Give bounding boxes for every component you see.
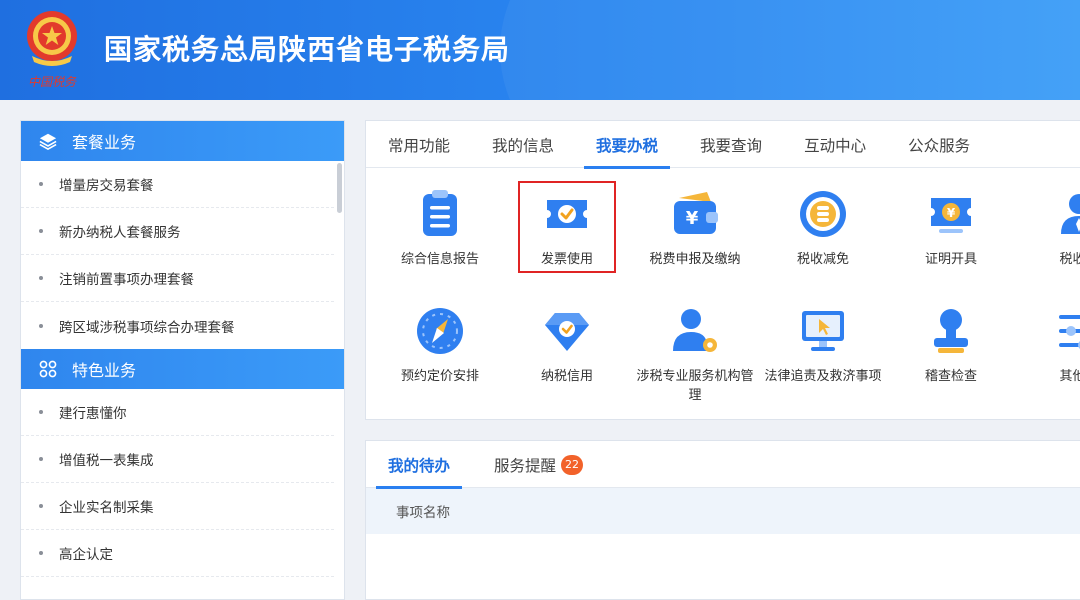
bullet-icon: [39, 182, 43, 186]
diamond-check-icon: [545, 313, 589, 351]
tab-tax-handling[interactable]: 我要办税: [584, 121, 671, 169]
layers-icon: [39, 133, 57, 150]
svg-text:¥: ¥: [947, 206, 956, 220]
bullet-icon: [39, 551, 43, 555]
bullet-icon: [39, 276, 43, 280]
function-item-label: 税费申报及缴纳: [649, 252, 741, 267]
highlight-box: [518, 181, 616, 273]
function-item-label: 其他服: [1059, 369, 1080, 384]
stamp-icon: [934, 309, 968, 353]
sidebar-item-label: 建行惠懂你: [59, 406, 127, 422]
sidebar-section-special[interactable]: 特色业务: [21, 349, 344, 389]
function-item-tax-relief[interactable]: 税收减免: [759, 188, 887, 269]
function-item-label: 证明开具: [924, 252, 977, 267]
todo-tabs: 我的待办 服务提醒 22: [366, 441, 1080, 489]
function-item-inspection[interactable]: 稽查检查: [887, 305, 1015, 386]
function-item-pricing[interactable]: 预约定价安排: [376, 305, 504, 386]
tax-emblem-logo: 中国税务: [27, 11, 77, 89]
function-item-label: 预约定价安排: [400, 369, 479, 384]
bullet-icon: [39, 457, 43, 461]
sidebar-item-label: 增值税一表集成: [59, 453, 154, 469]
sidebar: 套餐业务 增量房交易套餐 新办纳税人套餐服务 注销前置事项办理套餐 跨区域涉税事…: [20, 120, 345, 600]
sidebar-item[interactable]: 建行惠懂你: [21, 389, 334, 436]
coin-stack-icon: [800, 191, 846, 237]
tab-my-info[interactable]: 我的信息: [480, 121, 566, 168]
function-panel: 常用功能 我的信息 我要办税 我要查询 互动中心 公众服务 综合信息报告 发票使…: [365, 120, 1080, 420]
column-header-item-name: 事项名称: [396, 505, 450, 521]
yuan-certificate-icon: ¥: [931, 198, 971, 233]
site-header: 中国税务 国家税务总局陕西省电子税务局: [0, 0, 1080, 100]
bullet-icon: [39, 410, 43, 414]
sidebar-item[interactable]: 增量房交易套餐: [21, 161, 334, 208]
sidebar-item[interactable]: 跨区域涉税事项综合办理套餐: [21, 302, 334, 349]
bullet-icon: [39, 504, 43, 508]
apps-icon: [39, 360, 57, 378]
function-item-legal-remedy[interactable]: 法律追责及救济事项: [759, 305, 887, 386]
sidebar-item-label: 增量房交易套餐: [59, 178, 154, 194]
sidebar-section-package[interactable]: 套餐业务: [21, 121, 344, 161]
sidebar-item-label: 注销前置事项办理套餐: [59, 272, 194, 288]
sidebar-item-label: 高企认定: [59, 547, 113, 563]
function-item-other[interactable]: 其他服: [1015, 305, 1080, 386]
table-header: 事项名称: [366, 488, 1080, 534]
function-item-info-report[interactable]: 综合信息报告: [376, 188, 504, 269]
svg-text:¥: ¥: [686, 208, 699, 229]
svg-text:中国税务: 中国税务: [28, 75, 77, 89]
function-item-label: 税收减免: [796, 252, 849, 267]
wallet-yuan-icon: ¥: [674, 192, 718, 234]
tab-my-todo[interactable]: 我的待办: [376, 441, 463, 489]
function-item-certificate[interactable]: ¥ 证明开具: [887, 188, 1015, 269]
function-item-label: 纳税信用: [540, 369, 593, 384]
tab-common[interactable]: 常用功能: [376, 121, 462, 168]
function-item-label: 法律追责及救济事项: [764, 369, 882, 384]
sidebar-item[interactable]: 高企认定: [21, 530, 334, 577]
tab-label: 我的待办: [388, 456, 451, 475]
function-item-label: 稽查检查: [924, 369, 977, 384]
sidebar-item[interactable]: 注销前置事项办理套餐: [21, 255, 334, 302]
user-gear-icon: [673, 309, 717, 352]
function-item-label: 税收行: [1059, 252, 1080, 267]
sidebar-item-label: 企业实名制采集: [59, 500, 154, 516]
site-title: 国家税务总局陕西省电子税务局: [104, 33, 511, 66]
sidebar-section-title: 套餐业务: [72, 133, 137, 152]
sidebar-scrollbar[interactable]: [337, 163, 342, 213]
sidebar-item[interactable]: 增值税一表集成: [21, 436, 334, 483]
clipboard-list-icon: [423, 190, 457, 236]
count-badge: 22: [561, 454, 584, 475]
bullet-icon: [39, 323, 43, 328]
function-item-agency-mgmt[interactable]: 涉税专业服务机构管理: [631, 305, 759, 405]
function-item-credit[interactable]: 纳税信用: [503, 305, 631, 386]
tab-label: 服务提醒: [494, 456, 557, 475]
sidebar-item[interactable]: 新办纳税人套餐服务: [21, 208, 334, 255]
tab-public-service[interactable]: 公众服务: [896, 121, 982, 168]
compass-icon: [417, 308, 463, 354]
function-item-label: 综合信息报告: [400, 252, 479, 267]
sidebar-section-title: 特色业务: [72, 361, 137, 380]
sidebar-item-label: 新办纳税人套餐服务: [59, 225, 181, 241]
sidebar-item-label: 跨区域涉税事项综合办理套餐: [59, 319, 235, 336]
function-item-declare-pay[interactable]: ¥ 税费申报及缴纳: [631, 188, 759, 269]
todo-panel: 我的待办 服务提醒 22 事项名称: [365, 440, 1080, 600]
tab-interaction[interactable]: 互动中心: [792, 121, 878, 168]
tab-query[interactable]: 我要查询: [688, 121, 774, 168]
tab-service-reminder[interactable]: 服务提醒 22: [482, 441, 595, 488]
function-item-label: 涉税专业服务机构管理: [636, 369, 754, 403]
person-icon: [1061, 194, 1080, 234]
bullet-icon: [39, 229, 43, 233]
function-tabs: 常用功能 我的信息 我要办税 我要查询 互动中心 公众服务: [366, 121, 1080, 169]
sliders-icon: [1059, 315, 1080, 349]
function-item-tax-admin[interactable]: 税收行: [1015, 188, 1080, 269]
sidebar-item[interactable]: 企业实名制采集: [21, 483, 334, 530]
monitor-cursor-icon: [802, 311, 844, 351]
